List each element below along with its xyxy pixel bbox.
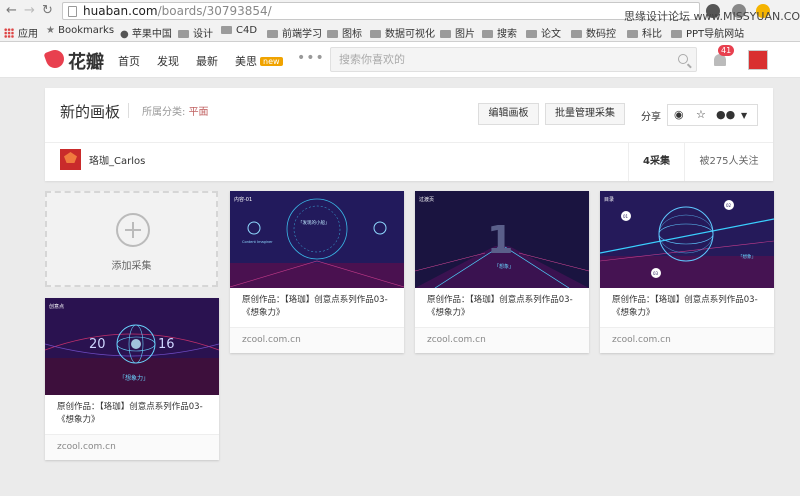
notification-count: 41 xyxy=(718,45,735,56)
thumb-text: 创意点 xyxy=(49,303,64,310)
address-bar[interactable]: huaban.com/boards/30793854/ xyxy=(62,2,700,20)
bookmark-item[interactable]: ● 苹果中国 xyxy=(120,25,172,40)
folder-icon xyxy=(221,26,232,34)
bookmark-folder[interactable]: 数码控 xyxy=(571,25,616,40)
folder-icon xyxy=(627,30,638,38)
pin-count[interactable]: 4采集 xyxy=(628,143,684,181)
forward-icon[interactable]: → xyxy=(24,3,35,19)
pin-source[interactable]: zcool.com.cn xyxy=(600,327,774,353)
thumb-text: 03 xyxy=(653,271,659,276)
folder-icon xyxy=(440,30,451,38)
thumb-text: 内容-01 xyxy=(234,196,252,203)
follower-count[interactable]: 被275人关注 xyxy=(684,143,773,181)
thumb-text: 02 xyxy=(726,203,732,208)
thumb-text: 「发现的小船」 xyxy=(298,219,330,226)
reload-icon[interactable]: ↻ xyxy=(42,3,53,19)
bookmark-folder[interactable]: 图标 xyxy=(327,25,362,40)
thumb-text: 「想象」 xyxy=(494,263,514,270)
thumb-text: 20 xyxy=(89,337,106,352)
thumb-text: 1 xyxy=(487,218,513,262)
bookmark-folder[interactable]: 数据可视化 xyxy=(370,25,435,40)
add-pin-card[interactable]: 添加采集 xyxy=(45,191,218,287)
batch-manage-button[interactable]: 批量管理采集 xyxy=(545,103,625,125)
folder-icon xyxy=(526,30,537,38)
bookmark-folder[interactable]: C4D xyxy=(221,25,257,36)
bookmark-folder[interactable]: 前端学习 xyxy=(267,25,322,40)
pin-caption[interactable]: 原创作品：【珞珈】创意点系列作品03-《想象力》 xyxy=(427,294,581,320)
thumb-text: 过渡页 xyxy=(419,196,434,203)
folder-icon xyxy=(178,30,189,38)
bookmarks-bar: 应用 ★ Bookmarks ● 苹果中国 设计 C4D 前端学习 图标 数据可… xyxy=(0,22,800,41)
search-box xyxy=(330,47,697,72)
folder-icon xyxy=(267,30,278,38)
folder-icon xyxy=(482,30,493,38)
pin-source[interactable]: zcool.com.cn xyxy=(230,327,404,353)
pin-caption[interactable]: 原创作品：【珞珈】创意点系列作品03-《想象力》 xyxy=(57,401,211,427)
bookmark-folder[interactable]: 图片 xyxy=(440,25,475,40)
bookmark-folder[interactable]: 科比 xyxy=(627,25,662,40)
wechat-icon[interactable]: ●● xyxy=(716,109,735,121)
board-category: 所属分类: 平面 xyxy=(128,103,209,118)
board-header: 新的画板 所属分类: 平面 编辑画板 批量管理采集 分享 ◉ ☆ ●● ▼ 珞珈… xyxy=(45,88,773,181)
thumb-text: 「想象」 xyxy=(738,253,756,260)
bookmark-apps[interactable]: 应用 xyxy=(4,25,38,40)
pin-thumbnail: 目录 01 02 03 「想象」 xyxy=(600,191,774,288)
search-input[interactable] xyxy=(331,48,661,71)
share-label: 分享 xyxy=(641,112,661,123)
nav-latest[interactable]: 最新 xyxy=(196,53,218,69)
search-icon[interactable] xyxy=(678,54,688,64)
dropdown-icon[interactable]: ▼ xyxy=(741,110,747,122)
bookmark-folder[interactable]: 设计 xyxy=(178,25,213,40)
pin-card[interactable]: 内容-01 「发现的小船」 Content Imaginer 原创作品：【珞珈】… xyxy=(230,191,404,353)
user-avatar[interactable] xyxy=(748,50,768,70)
thumb-text: 目录 xyxy=(604,196,614,203)
pin-caption[interactable]: 原创作品：【珞珈】创意点系列作品03-《想象力》 xyxy=(612,294,766,320)
folder-icon xyxy=(327,30,338,38)
logo-icon xyxy=(43,47,67,71)
bookmark-folder[interactable]: 论文 xyxy=(526,25,561,40)
folder-icon xyxy=(671,30,682,38)
page-icon xyxy=(68,6,77,17)
back-icon[interactable]: ← xyxy=(6,3,17,19)
nav-meisi[interactable]: 美思 new xyxy=(235,53,283,69)
bookmark-folder[interactable]: PPT导航网站 xyxy=(671,25,744,40)
apps-icon xyxy=(4,28,14,38)
category-link[interactable]: 平面 xyxy=(189,107,209,118)
pin-source[interactable]: zcool.com.cn xyxy=(45,434,219,460)
weibo-icon[interactable]: ◉ xyxy=(674,109,684,121)
site-header: 花瓣 首页 发现 最新 美思new ••• 41 xyxy=(0,42,800,78)
owner-avatar[interactable] xyxy=(60,149,81,170)
share-buttons: ◉ ☆ ●● ▼ xyxy=(667,104,758,126)
add-pin-label: 添加采集 xyxy=(111,261,152,272)
owner-name[interactable]: 珞珈_Carlos xyxy=(89,152,145,167)
apple-icon: ● xyxy=(120,29,132,40)
pin-card[interactable]: 创意点 20 16 「想象力」 原创作品：【珞珈】创意点系列作品03-《想象力》… xyxy=(45,298,219,460)
nav-discover[interactable]: 发现 xyxy=(157,53,179,69)
folder-icon xyxy=(370,30,381,38)
bookmark-item[interactable]: ★ Bookmarks xyxy=(46,25,114,36)
pin-thumbnail: 创意点 20 16 「想象力」 xyxy=(45,298,219,395)
bookmark-folder[interactable]: 搜索 xyxy=(482,25,517,40)
thumb-text: Content Imaginer xyxy=(242,240,273,244)
star-icon: ★ xyxy=(46,25,59,36)
add-icon xyxy=(116,213,150,247)
thumb-text: 16 xyxy=(158,337,175,352)
edit-board-button[interactable]: 编辑画板 xyxy=(478,103,539,125)
more-icon[interactable]: ••• xyxy=(297,50,325,66)
thumb-text: 01 xyxy=(623,214,629,219)
pin-thumbnail: 内容-01 「发现的小船」 Content Imaginer xyxy=(230,191,404,288)
nav-home[interactable]: 首页 xyxy=(118,53,140,69)
url-text: huaban.com/boards/30793854/ xyxy=(83,4,272,18)
thumb-text: 「想象力」 xyxy=(119,374,149,382)
pin-card[interactable]: 目录 01 02 03 「想象」 原创作品：【珞珈】创意点系列作品03-《想象力… xyxy=(600,191,774,353)
browser-chrome: ← → ↻ huaban.com/boards/30793854/ 思缘设计论坛… xyxy=(0,0,800,42)
pin-thumbnail: 过渡页 1 「想象」 xyxy=(415,191,589,288)
folder-icon xyxy=(571,30,582,38)
pin-source[interactable]: zcool.com.cn xyxy=(415,327,589,353)
star-icon[interactable]: ☆ xyxy=(696,109,706,121)
pin-caption[interactable]: 原创作品：【珞珈】创意点系列作品03-《想象力》 xyxy=(242,294,396,320)
new-badge: new xyxy=(260,57,283,66)
pin-card[interactable]: 过渡页 1 「想象」 原创作品：【珞珈】创意点系列作品03-《想象力》 zcoo… xyxy=(415,191,589,353)
board-title: 新的画板 xyxy=(60,103,121,121)
